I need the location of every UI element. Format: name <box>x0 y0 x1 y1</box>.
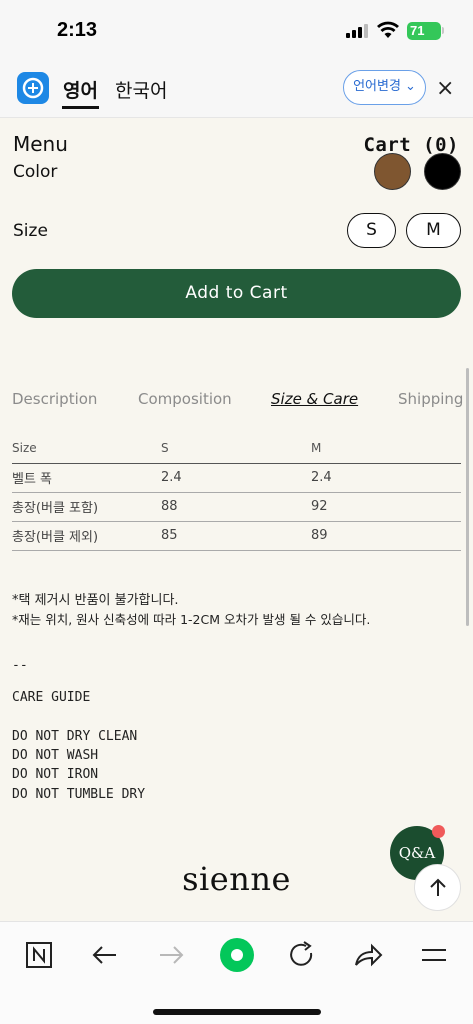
language-change-button[interactable]: 언어변경 ⌄ <box>343 70 426 105</box>
naver-icon[interactable] <box>21 937 57 973</box>
table-cell: 2.4 <box>161 463 311 493</box>
signal-icon <box>346 24 368 38</box>
table-row: 총장(버클 제외) 85 89 <box>12 521 461 551</box>
back-arrow-icon[interactable] <box>87 937 123 973</box>
care-item: DO NOT TUMBLE DRY <box>12 787 146 799</box>
color-label: Color <box>13 162 58 182</box>
size-option-m[interactable]: M <box>406 213 461 248</box>
forward-arrow-icon[interactable] <box>153 937 189 973</box>
language-change-label: 언어변경 <box>353 79 401 94</box>
tab-description[interactable]: Description <box>12 390 97 408</box>
battery-indicator: 71 <box>407 22 441 40</box>
table-header: M <box>311 434 461 464</box>
battery-level: 71 <box>410 23 425 38</box>
tab-shipping[interactable]: Shipping <box>398 390 463 408</box>
size-label: Size <box>13 221 48 241</box>
size-option-s[interactable]: S <box>347 213 396 248</box>
scrollbar[interactable] <box>466 368 469 626</box>
tab-composition[interactable]: Composition <box>138 390 232 408</box>
table-cell: 89 <box>311 521 461 551</box>
close-icon[interactable]: × <box>436 76 454 101</box>
arrow-up-icon[interactable] <box>414 864 461 911</box>
lang-tab-underline <box>62 106 99 109</box>
table-header: Size <box>12 434 161 464</box>
divider-text: -- <box>12 658 28 673</box>
notification-dot <box>432 825 445 838</box>
color-swatch-black[interactable] <box>424 153 461 190</box>
care-item: DO NOT WASH <box>12 748 99 763</box>
table-cell: 총장(버클 제외) <box>12 521 161 551</box>
care-item: DO NOT DRY CLEAN <box>12 729 138 744</box>
size-table: Size S M 벨트 폭 2.4 2.4 총장(버클 포함) 88 92 총장… <box>12 434 461 551</box>
table-cell: 벨트 폭 <box>12 463 161 493</box>
measurement-note: *재는 위치, 원사 신축성에 따라 1-2CM 오차가 발생 될 수 있습니다… <box>12 612 371 627</box>
hamburger-icon[interactable] <box>416 937 452 973</box>
chevron-down-icon: ⌄ <box>400 79 416 94</box>
table-header: S <box>161 434 311 464</box>
color-swatch-brown[interactable] <box>374 153 411 190</box>
table-header-row: Size S M <box>12 434 461 464</box>
home-indicator <box>153 1009 321 1015</box>
lang-tab-korean[interactable]: 한국어 <box>115 76 167 103</box>
return-note: *택 제거시 반품이 불가합니다. <box>12 593 179 608</box>
share-icon[interactable] <box>350 937 386 973</box>
translate-app-icon[interactable] <box>17 72 49 104</box>
table-cell: 88 <box>161 492 311 522</box>
green-dot-icon[interactable] <box>219 937 255 973</box>
care-guide-title: CARE GUIDE <box>12 690 91 705</box>
translate-bar: 영어 한국어 언어변경 ⌄ × <box>0 62 473 118</box>
menu-link[interactable]: Menu <box>13 132 68 156</box>
care-item: DO NOT IRON <box>12 767 99 782</box>
table-cell: 92 <box>311 492 461 522</box>
table-cell: 2.4 <box>311 463 461 493</box>
status-bar: 2:13 71 <box>0 0 473 62</box>
add-to-cart-button[interactable]: Add to Cart <box>12 269 461 318</box>
table-row: 벨트 폭 2.4 2.4 <box>12 463 461 493</box>
browser-toolbar <box>0 921 473 1024</box>
tab-size-care[interactable]: Size & Care <box>271 390 358 408</box>
wifi-icon <box>377 21 399 38</box>
refresh-icon[interactable] <box>284 937 320 973</box>
lang-tab-english[interactable]: 영어 <box>63 76 98 103</box>
table-row: 총장(버클 포함) 88 92 <box>12 492 461 522</box>
status-time: 2:13 <box>57 19 98 41</box>
table-cell: 총장(버클 포함) <box>12 492 161 522</box>
table-cell: 85 <box>161 521 311 551</box>
battery-tip <box>442 27 444 34</box>
